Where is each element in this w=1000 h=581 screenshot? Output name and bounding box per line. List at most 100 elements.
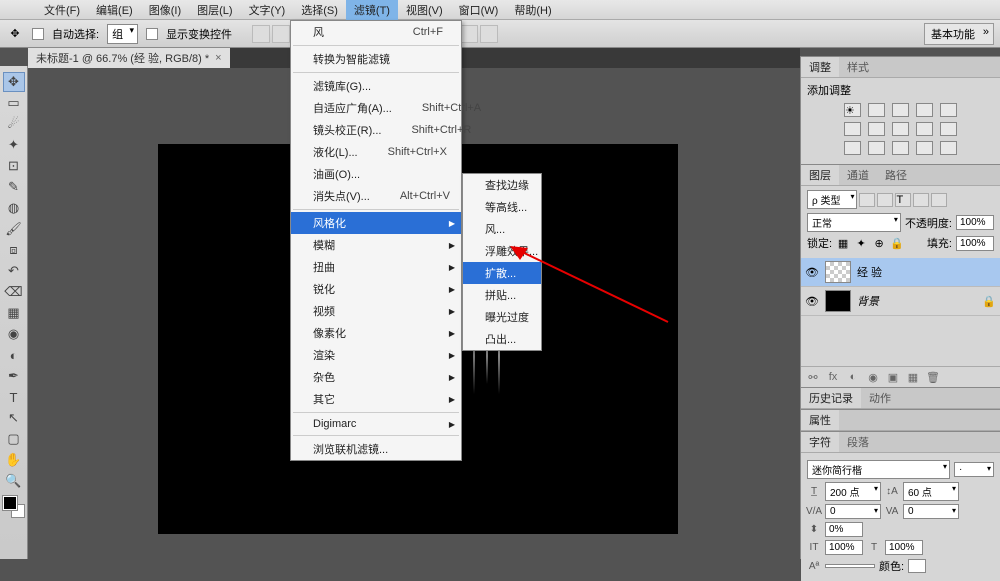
- menu-item-lens-correction[interactable]: 镜头校正(R)...Shift+Ctrl+R: [291, 119, 461, 141]
- auto-select-checkbox[interactable]: [32, 28, 44, 40]
- menu-item-render[interactable]: 渲染: [291, 344, 461, 366]
- fill-input[interactable]: 100%: [956, 236, 994, 251]
- adjustment-icon[interactable]: [868, 103, 885, 117]
- align-icon[interactable]: [272, 25, 290, 43]
- eraser-tool[interactable]: ⌫: [3, 282, 25, 302]
- menu-item-noise[interactable]: 杂色: [291, 366, 461, 388]
- hand-tool[interactable]: ✋: [3, 450, 25, 470]
- foreground-color[interactable]: [3, 496, 17, 510]
- eyedropper-tool[interactable]: ✎: [3, 177, 25, 197]
- visibility-icon[interactable]: 👁: [805, 266, 819, 279]
- show-transform-checkbox[interactable]: [146, 28, 158, 40]
- link-icon[interactable]: ⚯: [805, 370, 821, 384]
- menu-item-last-filter[interactable]: 风Ctrl+F: [291, 21, 461, 43]
- menu-help[interactable]: 帮助(H): [506, 0, 559, 20]
- font-style-select[interactable]: ·: [954, 462, 994, 477]
- menu-view[interactable]: 视图(V): [398, 0, 451, 20]
- new-layer-icon[interactable]: ▦: [905, 370, 921, 384]
- opt-icon[interactable]: [460, 25, 478, 43]
- clone-stamp-tool[interactable]: ⧈: [3, 240, 25, 260]
- filter-icon[interactable]: [931, 193, 947, 207]
- layer-thumbnail[interactable]: [825, 290, 851, 312]
- lock-all-icon[interactable]: 🔒: [890, 236, 904, 250]
- menu-window[interactable]: 窗口(W): [451, 0, 507, 20]
- menu-item-oil-paint[interactable]: 油画(O)...: [291, 163, 461, 185]
- type-tool[interactable]: T: [3, 387, 25, 407]
- layer-row[interactable]: 👁 背景 🔒: [801, 287, 1000, 316]
- menu-item-browse-online[interactable]: 浏览联机滤镜...: [291, 438, 461, 460]
- menu-item-blur[interactable]: 模糊: [291, 234, 461, 256]
- zoom-tool[interactable]: 🔍: [3, 471, 25, 491]
- menu-type[interactable]: 文字(Y): [241, 0, 294, 20]
- tracking-input[interactable]: 0: [903, 504, 959, 519]
- menu-item-other[interactable]: 其它: [291, 388, 461, 410]
- menu-item-sharpen[interactable]: 锐化: [291, 278, 461, 300]
- adjustment-icon[interactable]: [916, 141, 933, 155]
- adjustment-icon[interactable]: [892, 122, 909, 136]
- dodge-tool[interactable]: ◐: [3, 345, 25, 365]
- auto-select-dropdown[interactable]: 组: [107, 24, 138, 44]
- tab-properties[interactable]: 属性: [801, 410, 839, 430]
- adjustment-icon[interactable]: [844, 141, 861, 155]
- document-tab[interactable]: 未标题-1 @ 66.7% (经 验, RGB/8) * ×: [28, 48, 230, 68]
- adjustment-icon[interactable]: [940, 122, 957, 136]
- adjustment-icon[interactable]: [916, 122, 933, 136]
- submenu-diffuse[interactable]: 扩散...: [463, 262, 541, 284]
- adjustment-icon[interactable]: [844, 122, 861, 136]
- workspace-switcher[interactable]: 基本功能: [924, 23, 994, 45]
- tab-actions[interactable]: 动作: [861, 388, 899, 408]
- submenu-wind[interactable]: 风...: [463, 218, 541, 240]
- tab-paths[interactable]: 路径: [877, 165, 915, 185]
- submenu-extrude[interactable]: 凸出...: [463, 328, 541, 350]
- lasso-tool[interactable]: ☄: [3, 114, 25, 134]
- menu-filter[interactable]: 滤镜(T): [346, 0, 398, 20]
- history-brush-tool[interactable]: ↶: [3, 261, 25, 281]
- tab-adjustments[interactable]: 调整: [801, 57, 839, 77]
- filter-icon[interactable]: [877, 193, 893, 207]
- menu-item-adaptive-wide[interactable]: 自适应广角(A)...Shift+Ctrl+A: [291, 97, 461, 119]
- move-tool[interactable]: ✥: [3, 72, 25, 92]
- menu-layer[interactable]: 图层(L): [189, 0, 240, 20]
- opacity-input[interactable]: 100%: [956, 215, 994, 230]
- adjustment-icon[interactable]: [940, 103, 957, 117]
- tab-channels[interactable]: 通道: [839, 165, 877, 185]
- filter-icon[interactable]: T: [895, 193, 911, 207]
- align-icon[interactable]: [252, 25, 270, 43]
- opt-icon[interactable]: [480, 25, 498, 43]
- trash-icon[interactable]: 🗑: [925, 370, 941, 384]
- shape-tool[interactable]: ▢: [3, 429, 25, 449]
- adjustment-icon[interactable]: [892, 103, 909, 117]
- menu-item-vanishing-point[interactable]: 消失点(V)...Alt+Ctrl+V: [291, 185, 461, 207]
- kerning-input[interactable]: 0: [825, 504, 881, 519]
- menu-select[interactable]: 选择(S): [293, 0, 346, 20]
- submenu-emboss[interactable]: 浮雕效果...: [463, 240, 541, 262]
- path-selection-tool[interactable]: ↖: [3, 408, 25, 428]
- font-family-select[interactable]: 迷你简行楷: [807, 460, 950, 479]
- adjustment-icon[interactable]: [916, 103, 933, 117]
- adjustment-layer-icon[interactable]: ◉: [865, 370, 881, 384]
- menu-image[interactable]: 图像(I): [141, 0, 189, 20]
- baseline-input[interactable]: [825, 564, 875, 568]
- submenu-find-edges[interactable]: 查找边缘: [463, 174, 541, 196]
- magic-wand-tool[interactable]: ✦: [3, 135, 25, 155]
- layer-thumbnail[interactable]: [825, 261, 851, 283]
- menu-item-filter-gallery[interactable]: 滤镜库(G)...: [291, 75, 461, 97]
- healing-brush-tool[interactable]: ◍: [3, 198, 25, 218]
- layer-filter-type[interactable]: ρ 类型: [807, 190, 857, 209]
- menu-item-pixelate[interactable]: 像素化: [291, 322, 461, 344]
- color-swatch[interactable]: [3, 496, 25, 518]
- adjustment-icon[interactable]: [892, 141, 909, 155]
- text-color-swatch[interactable]: [908, 559, 926, 573]
- menu-edit[interactable]: 编辑(E): [88, 0, 141, 20]
- leading-input[interactable]: 60 点: [903, 482, 959, 501]
- filter-icon[interactable]: [913, 193, 929, 207]
- menu-file[interactable]: 文件(F): [36, 0, 88, 20]
- visibility-icon[interactable]: 👁: [805, 295, 819, 308]
- vscale-input[interactable]: 100%: [825, 540, 863, 555]
- blend-mode-select[interactable]: 正常: [807, 213, 901, 232]
- tab-layers[interactable]: 图层: [801, 165, 839, 185]
- mask-icon[interactable]: ◐: [845, 370, 861, 384]
- gradient-tool[interactable]: ▦: [3, 303, 25, 323]
- fx-icon[interactable]: fx: [825, 370, 841, 384]
- adjustment-icon[interactable]: [868, 122, 885, 136]
